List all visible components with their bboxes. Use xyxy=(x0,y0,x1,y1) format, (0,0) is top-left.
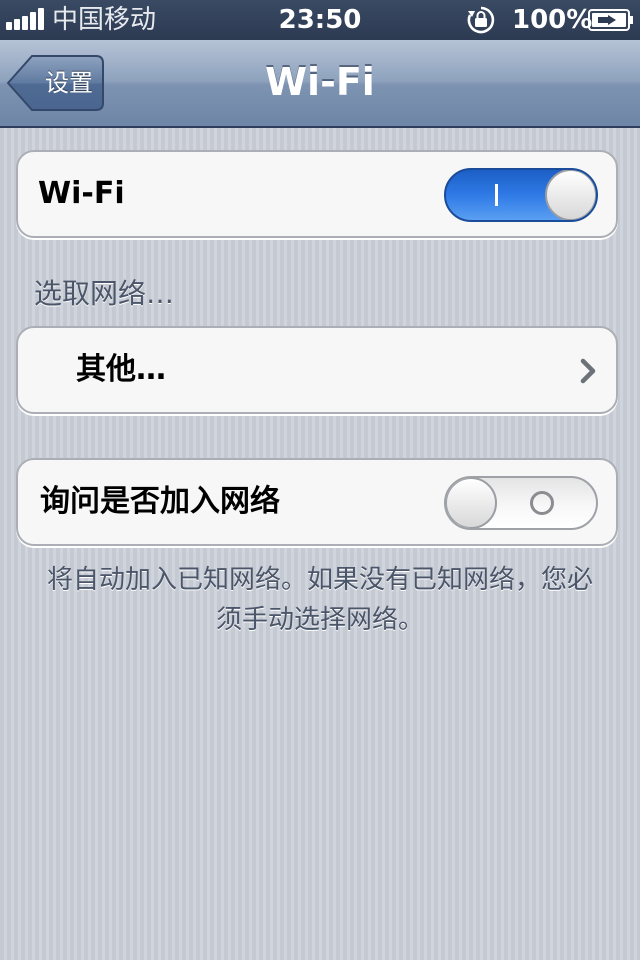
ask-to-join-group: 询问是否加入网络 xyxy=(16,458,618,546)
switch-off-mark xyxy=(530,491,554,515)
battery-percent: 100% xyxy=(512,5,593,35)
page-title: Wi-Fi xyxy=(265,60,375,104)
battery-charging-icon xyxy=(588,9,633,31)
ask-to-join-footer: 将自动加入已知网络。如果没有已知网络，您必须手动选择网络。 xyxy=(46,565,593,635)
back-button[interactable]: 设置 xyxy=(6,54,106,112)
status-bar: 中国移动 23:50 100% xyxy=(0,0,640,40)
chevron-right-icon xyxy=(580,358,596,384)
switch-knob xyxy=(545,170,596,220)
wifi-switch[interactable] xyxy=(444,168,598,222)
ask-to-join-switch[interactable] xyxy=(444,476,598,530)
other-network-label: 其他… xyxy=(76,352,166,387)
wifi-toggle-group: Wi-Fi xyxy=(16,150,618,238)
ask-to-join-label: 询问是否加入网络 xyxy=(40,484,280,519)
switch-knob xyxy=(446,478,497,528)
other-network-row[interactable]: 其他… xyxy=(16,326,618,414)
back-button-label: 设置 xyxy=(45,69,93,97)
wifi-label: Wi-Fi xyxy=(38,176,125,211)
switch-on-mark xyxy=(495,184,498,206)
choose-network-header: 选取网络… xyxy=(34,277,175,310)
rotation-lock-icon xyxy=(467,6,495,34)
navigation-bar: 设置 Wi-Fi xyxy=(0,40,640,128)
